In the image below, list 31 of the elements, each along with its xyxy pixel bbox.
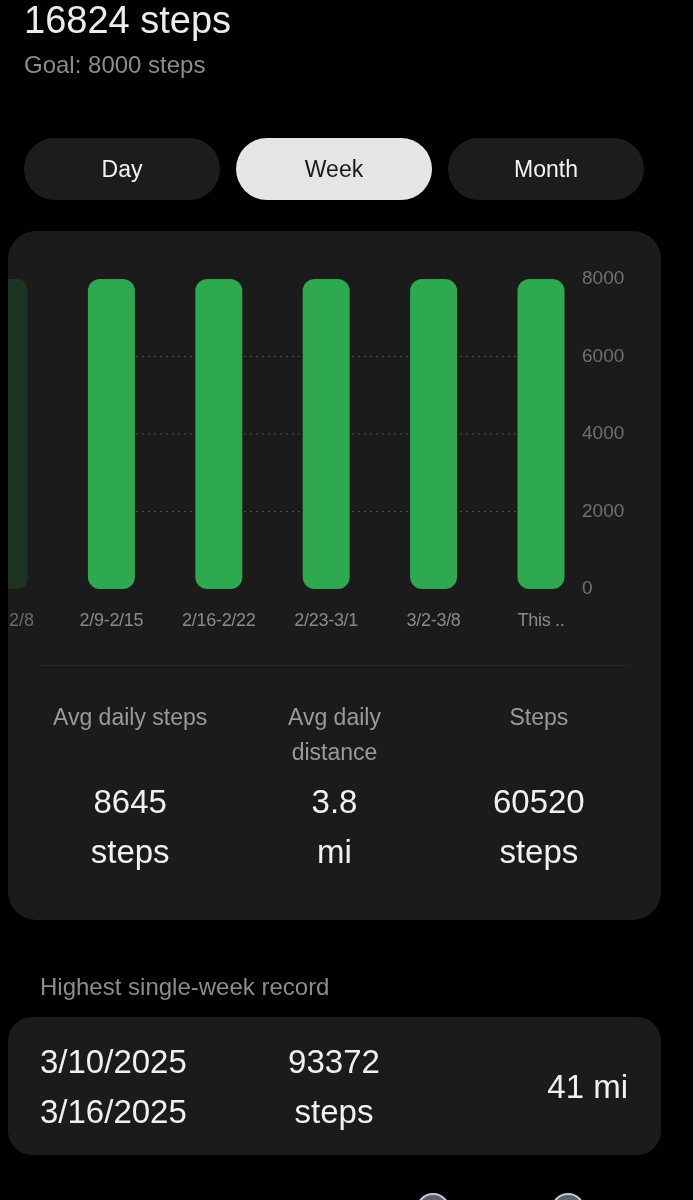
stat-label: Avg daily distance bbox=[287, 703, 382, 767]
stat-value: 8645 bbox=[93, 782, 167, 822]
stat-unit: mi bbox=[317, 832, 352, 872]
record-start-date: 3/10/2025 bbox=[40, 1042, 187, 1082]
axis-label: 8000 bbox=[582, 267, 625, 288]
goal-text: Goal: 8000 steps bbox=[24, 50, 206, 80]
stat-value: 60520 bbox=[492, 782, 585, 822]
category-label: 2/9-2/15 bbox=[79, 609, 144, 630]
stat-value: 3.8 bbox=[311, 782, 358, 822]
category-label: 2/16-2/22 bbox=[182, 609, 256, 630]
category-label: 3/2-3/8 bbox=[406, 609, 461, 630]
category-label: 2/23-3/1 bbox=[294, 609, 359, 630]
record-steps: 93372 bbox=[288, 1037, 380, 1087]
period-tab[interactable]: Week bbox=[236, 138, 432, 200]
stat-unit: steps bbox=[90, 832, 170, 872]
record-title: Highest single-week record bbox=[40, 972, 330, 1002]
record-end-date: 3/16/2025 bbox=[40, 1092, 187, 1132]
period-tab[interactable]: Month bbox=[448, 138, 644, 200]
axis-label: 2000 bbox=[582, 499, 625, 521]
record-steps-unit: steps bbox=[294, 1092, 374, 1132]
stat-unit: steps bbox=[499, 832, 579, 872]
stat-label: Steps bbox=[509, 703, 569, 732]
category-label: This .. bbox=[517, 609, 565, 630]
step-count: 16824 steps bbox=[24, 0, 232, 40]
axis-label: 0 bbox=[582, 577, 593, 598]
axis-label: 6000 bbox=[582, 344, 625, 366]
axis-label: 4000 bbox=[582, 422, 625, 443]
period-tab[interactable]: Day bbox=[24, 138, 220, 200]
record-distance: 41 mi bbox=[547, 1067, 628, 1107]
category-label: 2/8 bbox=[9, 609, 35, 630]
stat-label: Avg daily steps bbox=[53, 703, 208, 732]
